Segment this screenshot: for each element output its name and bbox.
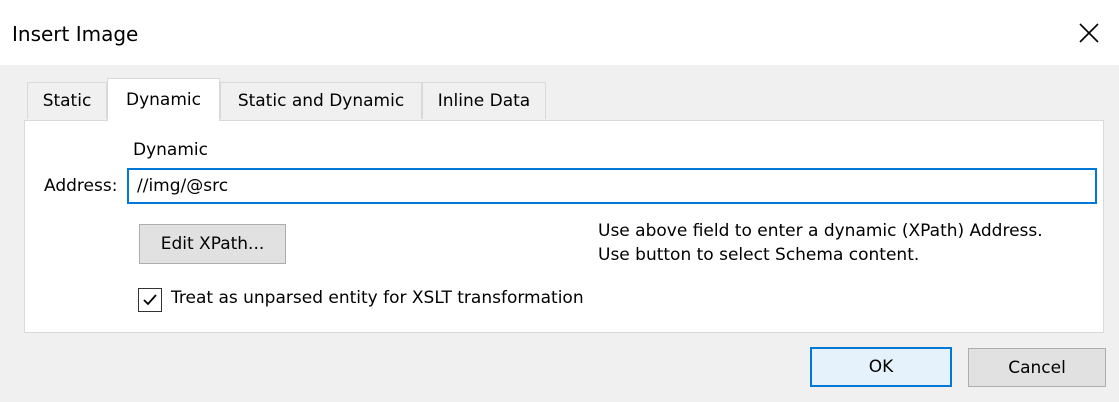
tab-inline-data-label: Inline Data	[437, 91, 531, 111]
title-bar: Insert Image	[0, 0, 1119, 65]
tab-static-and-dynamic[interactable]: Static and Dynamic	[220, 82, 422, 119]
cancel-button-label: Cancel	[1008, 357, 1066, 378]
tab-dynamic-label: Dynamic	[126, 90, 201, 110]
close-button[interactable]	[1059, 0, 1119, 65]
insert-image-dialog: Insert Image Static Dynamic Static and D…	[0, 0, 1119, 402]
address-input[interactable]: //img/@src	[127, 168, 1097, 204]
edit-xpath-button-label: Edit XPath...	[160, 234, 265, 254]
tab-static-and-dynamic-label: Static and Dynamic	[237, 91, 405, 111]
cancel-button[interactable]: Cancel	[968, 348, 1106, 387]
hint-text-line1: Use above field to enter a dynamic (XPat…	[598, 221, 1043, 241]
ok-button[interactable]: OK	[810, 347, 952, 387]
unparsed-entity-checkbox[interactable]	[138, 288, 162, 312]
window-title: Insert Image	[12, 22, 139, 46]
hint-text-line2: Use button to select Schema content.	[598, 245, 920, 265]
tab-static[interactable]: Static	[27, 82, 107, 119]
address-label-text: Address:	[44, 176, 118, 196]
address-label: Address:	[44, 176, 117, 196]
tab-static-label: Static	[42, 91, 92, 111]
close-icon	[1079, 22, 1099, 43]
ok-button-label: OK	[868, 357, 894, 377]
edit-xpath-button[interactable]: Edit XPath...	[139, 224, 286, 264]
unparsed-entity-label[interactable]: Treat as unparsed entity for XSLT transf…	[171, 288, 584, 308]
dynamic-section-label: Dynamic	[133, 140, 208, 160]
address-input-value: //img/@src	[137, 176, 229, 196]
tab-inline-data[interactable]: Inline Data	[422, 82, 546, 119]
checkmark-icon	[143, 294, 157, 306]
tab-dynamic[interactable]: Dynamic	[107, 78, 220, 121]
